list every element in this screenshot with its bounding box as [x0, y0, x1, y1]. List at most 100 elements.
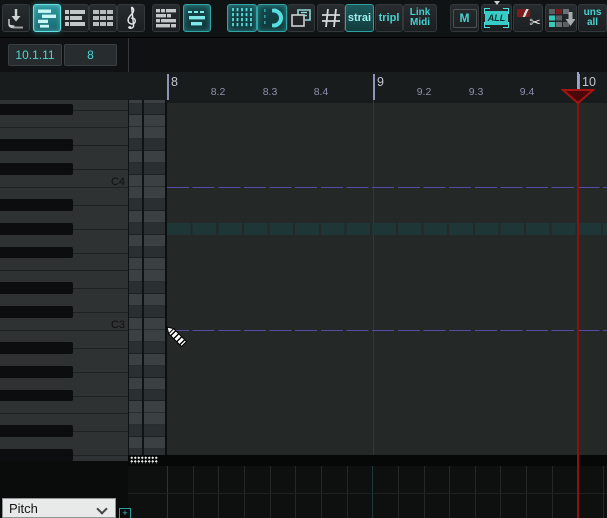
duplicate-button[interactable] [287, 4, 315, 32]
black-key-as2[interactable] [0, 341, 73, 354]
duplicate-icon [288, 5, 314, 31]
unselect-all-button[interactable]: uns all [578, 4, 607, 32]
velocity-grid-button[interactable] [545, 4, 577, 32]
key-strip-row [129, 282, 142, 295]
white-key-separator [73, 347, 128, 349]
key-strip-row [144, 306, 165, 319]
drum-rows-icon [62, 5, 88, 31]
mute-button[interactable]: M [450, 4, 479, 32]
lanes-icon [184, 5, 210, 31]
black-key-gs2[interactable] [0, 365, 73, 378]
highlighted-note-row[interactable] [167, 222, 607, 235]
toolbar: strai tripl Link Midi M ALL ✂ uns all [0, 0, 607, 38]
playhead-marker-icon[interactable] [561, 89, 595, 105]
key-strip-row [129, 413, 142, 426]
key-strip-row [129, 294, 142, 307]
controller-type-label: Pitch [9, 500, 38, 516]
key-strip-row [129, 222, 142, 235]
key-strip-row [129, 175, 142, 187]
straight-grid-label: strai [347, 11, 372, 24]
black-key-cs3[interactable] [0, 306, 73, 319]
bar-number-label: 10 [582, 75, 596, 89]
key-strip-row [129, 306, 142, 319]
key-strip-row [129, 151, 142, 164]
add-lane-button[interactable]: + [119, 508, 131, 518]
beat-number-label: 8.4 [313, 86, 329, 98]
white-key-separator [73, 145, 128, 147]
black-key-ds4[interactable] [0, 139, 73, 152]
triplet-grid-button[interactable]: tripl [375, 4, 403, 32]
playhead-line[interactable] [577, 90, 579, 518]
key-strip-row [129, 270, 142, 283]
velocity-grid-icon [546, 5, 576, 31]
key-strip-row [144, 401, 165, 414]
black-key-cs2[interactable] [0, 449, 73, 461]
black-key-fs2[interactable] [0, 389, 73, 402]
timeline-ruler[interactable]: 8 8.2 8.3 8.4 9 9.2 9.3 9.4 10 [0, 72, 607, 101]
controller-mid-line [128, 493, 607, 494]
key-strip-row [144, 175, 165, 187]
controller-grid-line [551, 466, 553, 518]
key-strip-row [129, 389, 142, 402]
bar-tick-line [167, 74, 169, 100]
controller-grid-line [474, 466, 476, 518]
controller-grid-line [397, 466, 399, 518]
pencil-cursor-icon [166, 326, 188, 348]
key-strip-row [144, 210, 165, 223]
drum-editor-view-button[interactable] [61, 4, 89, 32]
magnet-snap-button[interactable] [257, 4, 287, 32]
snap-grid-button[interactable] [227, 4, 257, 32]
piano-keyboard[interactable]: C4 C3 [0, 100, 128, 461]
event-list-view-button[interactable] [152, 4, 180, 32]
key-strip-row [144, 127, 165, 140]
key-strip-row [144, 139, 165, 152]
key-strip-row [129, 329, 142, 342]
chevron-down-icon [96, 503, 108, 515]
triplet-grid-label: tripl [378, 11, 400, 24]
controller-grid-line [167, 466, 168, 518]
grid-hash-button[interactable] [317, 4, 345, 32]
link-midi-button[interactable]: Link Midi [403, 4, 437, 32]
black-key-gs3[interactable] [0, 222, 73, 235]
black-key-as3[interactable] [0, 198, 73, 211]
hash-icon [318, 5, 344, 31]
position-display[interactable]: 10.1.11 [8, 44, 62, 66]
controller-grid-line [423, 466, 425, 518]
controller-grid-line [269, 466, 271, 518]
black-key-cs4[interactable] [0, 163, 73, 176]
controller-grid-line [192, 466, 194, 518]
controller-type-select[interactable]: Pitch [2, 498, 116, 518]
grid-top-shadow [167, 100, 607, 103]
key-strip-row [144, 329, 165, 342]
key-strip-row [129, 365, 142, 378]
mute-label: M [452, 8, 477, 28]
black-key-ds2[interactable] [0, 425, 73, 438]
note-grid[interactable] [167, 100, 607, 455]
straight-grid-button[interactable]: strai [345, 4, 374, 32]
score-view-button[interactable] [117, 4, 145, 32]
controller-lane[interactable] [128, 466, 607, 518]
length-display[interactable]: 8 [64, 44, 117, 66]
white-key-separator [0, 413, 128, 415]
split-erase-tool-button[interactable]: ✂ [513, 4, 543, 32]
controller-lanes-button[interactable] [183, 4, 211, 32]
piano-roll-view-button[interactable] [33, 4, 61, 32]
key-strip-row [129, 198, 142, 211]
key-strip-row [129, 139, 142, 152]
key-strip-row [144, 222, 165, 235]
black-key-fs4[interactable] [0, 103, 73, 116]
black-key-ds3[interactable] [0, 282, 73, 295]
splitter-grip-icon[interactable] [130, 456, 158, 464]
pattern-view-button[interactable] [89, 4, 117, 32]
white-key-separator [73, 431, 128, 433]
key-strip-row [129, 341, 142, 354]
import-arrow-icon [3, 5, 29, 31]
black-key-fs3[interactable] [0, 246, 73, 259]
key-strip-row [144, 294, 165, 307]
key-strip-row [129, 163, 142, 176]
key-strip-row [129, 234, 142, 247]
import-midi-button[interactable] [2, 4, 30, 32]
lane-splitter[interactable] [128, 455, 607, 466]
select-all-button[interactable]: ALL [481, 1, 512, 32]
scissors-icon: ✂ [514, 5, 542, 31]
